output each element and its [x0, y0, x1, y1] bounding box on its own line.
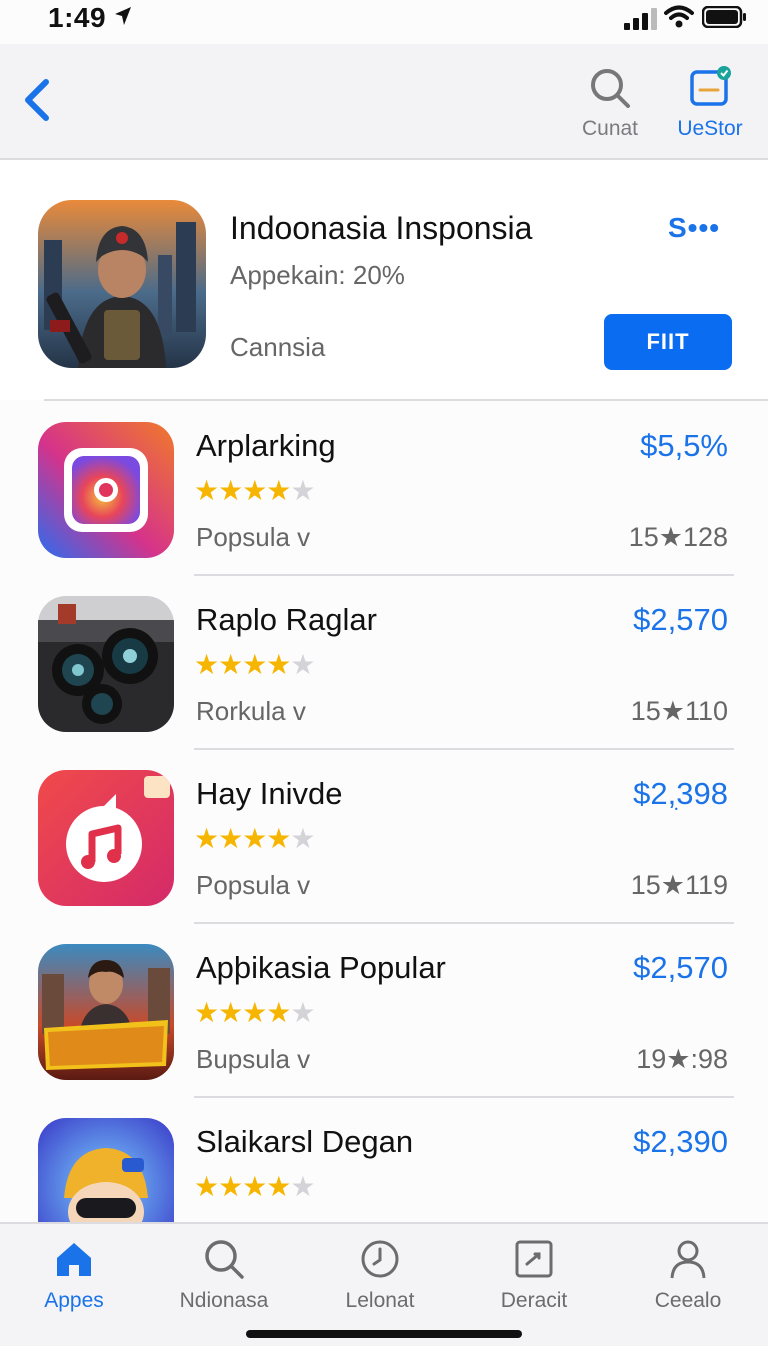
retro-camera-icon — [38, 596, 174, 732]
tab-label: Lelonat — [345, 1289, 415, 1312]
app-price[interactable]: $2,570 — [633, 602, 728, 638]
cellular-signal-icon — [624, 8, 657, 30]
store-badge-icon — [690, 66, 731, 106]
tab-label: Ceealo — [654, 1289, 722, 1312]
featured-app-icon — [38, 200, 206, 368]
app-name: Arplarking — [196, 428, 336, 463]
home-icon — [57, 1243, 91, 1276]
featured-app-subtitle: Appekain: 20% — [230, 260, 405, 290]
app-list-row[interactable]: Slaikarsl Degan ★★★★★ $2,390 — [0, 1098, 768, 1222]
app-list-row[interactable]: Hay Inivde ★★★★★ Popsula v $2,ׅ398 15★11… — [0, 750, 768, 924]
section-divider — [44, 399, 768, 401]
location-arrow-icon — [115, 7, 131, 25]
star-rating: ★★★★★ — [194, 823, 316, 854]
app-name: Slaikarsl Degan — [196, 1124, 414, 1159]
app-name: Raplo Raglar — [196, 602, 377, 637]
star-rating: ★★★★★ — [194, 649, 316, 680]
status-time: 1:49 — [48, 2, 107, 33]
app-category: Bupsula v — [196, 1044, 311, 1074]
app-price[interactable]: $2,570 — [633, 950, 728, 986]
app-name: Apϸikasia Popular — [196, 950, 446, 985]
square-pen-icon — [515, 1240, 553, 1278]
nav-store-label: UeStor — [677, 117, 743, 140]
rating-count: 19★:98 — [636, 1044, 728, 1074]
tab-bar: Appes Ndionasa Lelonat Deracit Ceealo — [0, 1222, 768, 1346]
tab-search[interactable]: Ndionasa — [154, 1238, 294, 1313]
get-button[interactable]: FIIT — [604, 314, 732, 370]
home-indicator[interactable] — [246, 1330, 522, 1338]
clock-icon — [361, 1240, 399, 1278]
app-price[interactable]: $2,ׅ398 — [633, 776, 728, 812]
search-icon — [205, 1240, 244, 1279]
music-note-icon — [38, 770, 174, 906]
tab-apps[interactable]: Appes — [4, 1238, 144, 1313]
nav-search-label: Cunat — [581, 117, 639, 140]
nav-search-button[interactable]: Cunat — [560, 66, 660, 141]
tab-discover[interactable]: Deracit — [464, 1238, 604, 1313]
featured-app-category: Cannsia — [230, 332, 326, 362]
app-list-row[interactable]: Arplarking ★★★★★ Popsula v $5,5% 15★128 — [0, 402, 768, 576]
battery-icon — [702, 6, 746, 28]
status-bar: 1:49 — [0, 0, 768, 44]
app-category: Popsula v — [196, 870, 311, 900]
wifi-icon — [664, 5, 694, 28]
tab-updates[interactable]: Lelonat — [310, 1238, 450, 1313]
app-category: Popsula v — [196, 522, 311, 552]
star-rating: ★★★★★ — [194, 997, 316, 1028]
search-icon — [591, 69, 630, 108]
app-list-row[interactable]: Raplo Raglar ★★★★★ Rorkula v $2,570 15★1… — [0, 576, 768, 750]
app-name: Hay Inivde — [196, 776, 343, 811]
tab-label: Ndionasa — [179, 1289, 269, 1312]
tab-label: Deracit — [500, 1289, 568, 1312]
app-list: Arplarking ★★★★★ Popsula v $5,5% 15★128 … — [0, 402, 768, 1222]
featured-app-card[interactable]: Indoonasia Insponsia Appekain: 20% Canns… — [0, 160, 768, 400]
person-icon — [670, 1240, 706, 1279]
star-rating: ★★★★★ — [194, 1171, 316, 1202]
tab-profile[interactable]: Ceealo — [618, 1238, 758, 1313]
app-list-row[interactable]: Apϸikasia Popular ★★★★★ Bupsula v $2,570… — [0, 924, 768, 1098]
tab-label: Appes — [44, 1289, 104, 1312]
rating-count: 15★119 — [630, 870, 728, 900]
back-chevron-icon[interactable] — [18, 76, 58, 124]
featured-app-title: Indoonasia Insponsia — [230, 210, 533, 246]
nav-store-button[interactable]: UeStor — [660, 66, 760, 141]
app-price[interactable]: $5,5% — [640, 428, 728, 464]
star-rating: ★★★★★ — [194, 475, 316, 506]
game-poster-icon — [38, 944, 174, 1080]
camera-square-icon — [38, 422, 174, 558]
app-price[interactable]: $2,390 — [633, 1124, 728, 1160]
navigation-bar: Cunat UeStor — [0, 44, 768, 160]
app-category: Rorkula v — [196, 696, 306, 726]
more-button[interactable]: S••• — [668, 212, 720, 244]
rating-count: 15★128 — [628, 522, 728, 552]
rating-count: 15★110 — [630, 696, 728, 726]
cartoon-character-icon — [38, 1118, 174, 1222]
